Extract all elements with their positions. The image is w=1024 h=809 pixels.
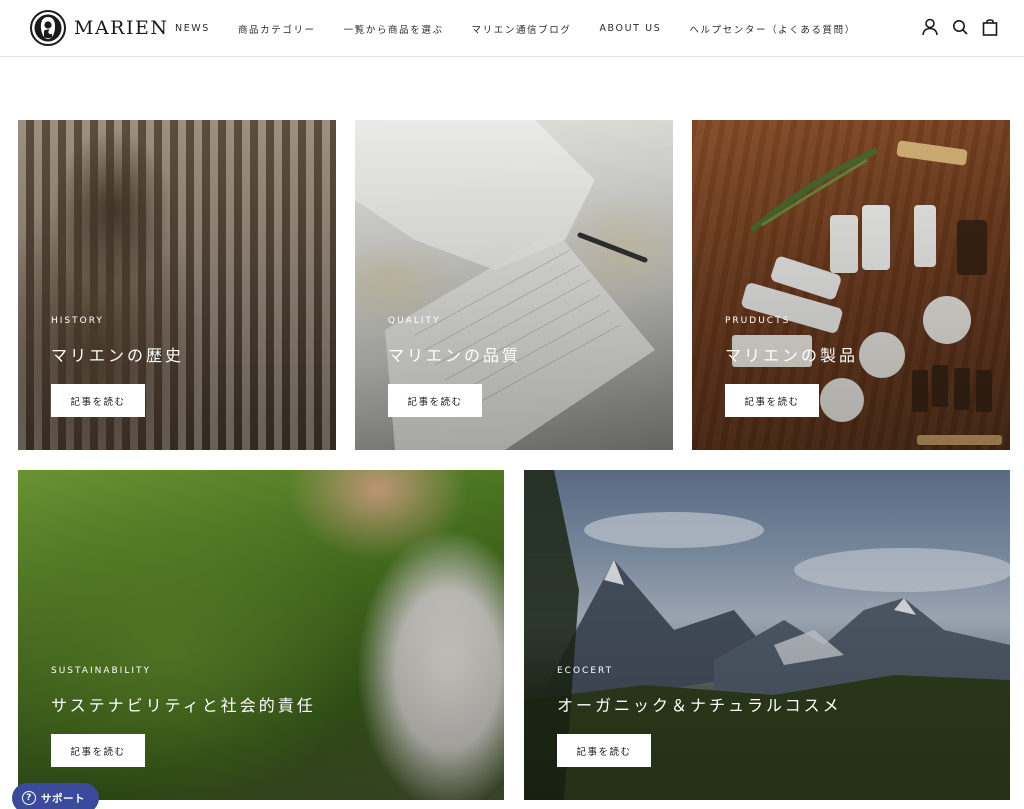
read-article-button[interactable]: 記事を読む <box>388 384 482 417</box>
help-icon: ? <box>22 791 36 805</box>
card-title: マリエンの製品 <box>725 346 859 365</box>
card-quality[interactable]: QUALITY マリエンの品質 記事を読む <box>355 120 673 450</box>
card-eyebrow: SUSTAINABILITY <box>51 666 152 676</box>
nav-item-blog[interactable]: マリエン通信ブログ <box>472 22 572 36</box>
read-article-button[interactable]: 記事を読む <box>51 734 145 767</box>
nav-item-news[interactable]: NEWS <box>175 23 210 34</box>
site-header: MARIEN NEWS 商品カテゴリー 一覧から商品を選ぶ マリエン通信ブログ … <box>0 0 1024 57</box>
brand-logo[interactable]: MARIEN <box>30 10 168 46</box>
card-sustainability[interactable]: SUSTAINABILITY サステナビリティと社会的責任 記事を読む <box>18 470 504 800</box>
card-products[interactable]: PRUDUCTS マリエンの製品 記事を読む <box>692 120 1010 450</box>
card-title: マリエンの歴史 <box>51 346 185 365</box>
nav-item-help-center[interactable]: ヘルプセンター（よくある質問） <box>689 22 856 36</box>
read-article-button[interactable]: 記事を読む <box>557 734 651 767</box>
card-eyebrow: ECOCERT <box>557 666 614 676</box>
account-icon[interactable] <box>922 18 938 36</box>
brand-emblem-icon <box>30 10 66 46</box>
card-eyebrow: PRUDUCTS <box>725 316 791 326</box>
read-article-button[interactable]: 記事を読む <box>51 384 145 417</box>
header-actions <box>922 18 998 36</box>
support-label: サポート <box>41 792 85 805</box>
card-ecocert[interactable]: ECOCERT オーガニック＆ナチュラルコスメ 記事を読む <box>524 470 1010 800</box>
cart-icon[interactable] <box>982 18 998 36</box>
card-eyebrow: QUALITY <box>388 316 441 326</box>
main-nav: NEWS 商品カテゴリー 一覧から商品を選ぶ マリエン通信ブログ ABOUT U… <box>175 0 884 57</box>
read-article-button[interactable]: 記事を読む <box>725 384 819 417</box>
card-title: オーガニック＆ナチュラルコスメ <box>557 696 842 715</box>
card-eyebrow: HISTORY <box>51 316 104 326</box>
brand-name: MARIEN <box>74 17 169 39</box>
card-history[interactable]: HISTORY マリエンの歴史 記事を読む <box>18 120 336 450</box>
search-icon[interactable] <box>952 18 968 36</box>
card-title: マリエンの品質 <box>388 346 522 365</box>
support-button[interactable]: ? サポート <box>12 783 99 809</box>
nav-item-product-list[interactable]: 一覧から商品を選ぶ <box>344 22 444 36</box>
card-title: サステナビリティと社会的責任 <box>51 696 316 715</box>
nav-item-about-us[interactable]: ABOUT US <box>599 23 661 34</box>
nav-item-product-categories[interactable]: 商品カテゴリー <box>238 22 316 36</box>
